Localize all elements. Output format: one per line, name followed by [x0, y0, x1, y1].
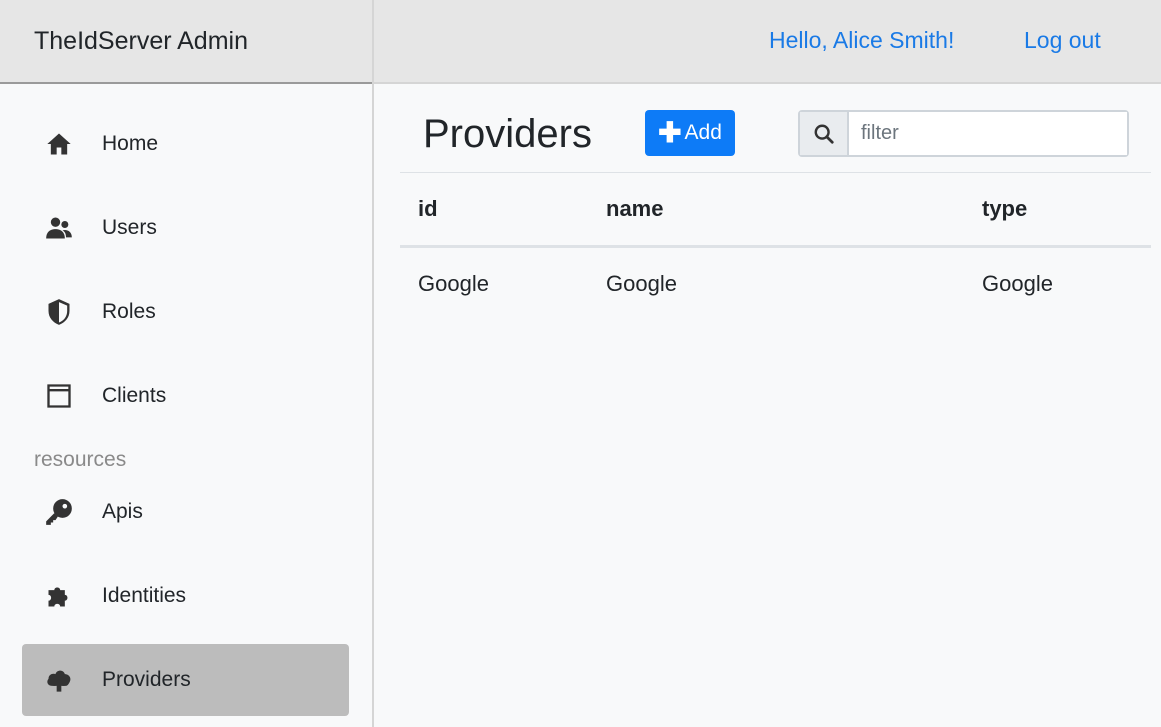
cell-type: Google: [982, 271, 1053, 297]
sidebar: TheIdServer Admin Home Users Roles Clien…: [0, 0, 374, 727]
app-title[interactable]: TheIdServer Admin: [0, 0, 372, 84]
sidebar-item-label: Identities: [102, 584, 187, 607]
users-icon: [44, 213, 74, 243]
sidebar-item-identities[interactable]: Identities: [22, 560, 349, 632]
puzzle-icon: [44, 581, 74, 611]
sidebar-item-roles[interactable]: Roles: [22, 276, 349, 348]
add-button-label: Add: [684, 121, 722, 144]
sidebar-item-apis[interactable]: Apis: [22, 476, 349, 548]
cell-name: Google: [606, 271, 677, 297]
sidebar-item-label: Apis: [102, 500, 143, 523]
plus-icon: ✚: [658, 117, 682, 148]
column-header-id[interactable]: id: [400, 173, 588, 247]
table-row[interactable]: Google Google Google: [400, 247, 1151, 321]
sidebar-item-providers[interactable]: Providers: [22, 644, 349, 716]
add-button[interactable]: ✚ Add: [645, 110, 735, 156]
sidebar-item-home[interactable]: Home: [22, 108, 349, 180]
column-header-name[interactable]: name: [588, 173, 964, 247]
sidebar-item-clients[interactable]: Clients: [22, 360, 349, 432]
sidebar-item-label: Home: [102, 132, 159, 155]
home-icon: [44, 129, 74, 159]
search-icon: [800, 112, 849, 155]
user-greeting-link[interactable]: Hello, Alice Smith!: [769, 27, 954, 54]
sidebar-item-label: Clients: [102, 384, 167, 407]
page-title: Providers: [423, 112, 592, 156]
sidebar-item-label: Roles: [102, 300, 156, 323]
table-header-row: id name type: [400, 172, 1151, 247]
top-bar: Hello, Alice Smith! Log out: [374, 0, 1161, 84]
window-icon: [44, 381, 74, 411]
sidebar-item-users[interactable]: Users: [22, 192, 349, 264]
section-label-resources: resources: [34, 448, 127, 471]
shield-icon: [44, 297, 74, 327]
cloud-upload-icon: [44, 665, 74, 695]
logout-link[interactable]: Log out: [1024, 27, 1101, 54]
cell-id[interactable]: Google: [400, 247, 588, 321]
key-icon: [44, 497, 74, 527]
sidebar-item-label: Users: [102, 216, 157, 239]
column-header-type[interactable]: type: [964, 173, 1151, 247]
main-content: Providers ✚ Add id name type: [374, 84, 1161, 727]
filter-input[interactable]: [849, 112, 1127, 155]
providers-table: id name type Google Google Google: [400, 172, 1151, 321]
filter-group: [798, 110, 1129, 157]
app-root: TheIdServer Admin Home Users Roles Clien…: [0, 0, 1161, 727]
sidebar-item-label: Providers: [102, 668, 191, 691]
